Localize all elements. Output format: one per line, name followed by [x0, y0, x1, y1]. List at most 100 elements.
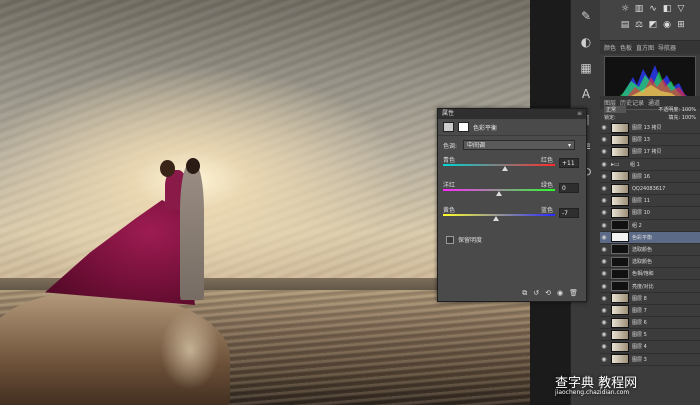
swatch-icon[interactable]: ▦ — [575, 58, 597, 78]
layer-thumbnail — [611, 220, 629, 231]
eye-icon[interactable]: ◉ — [600, 161, 608, 168]
mask-icon[interactable] — [458, 122, 469, 132]
photo-filter-icon[interactable]: ◉ — [662, 20, 672, 30]
eye-icon[interactable]: ◉ — [600, 124, 608, 131]
eye-icon[interactable]: ◉ — [600, 185, 608, 192]
eye-icon[interactable]: ◉ — [600, 307, 608, 314]
curves-icon[interactable]: ∿ — [648, 4, 658, 14]
tone-row: 色调: 中间调 — [443, 140, 581, 151]
layer-row[interactable]: ◉ 组 2 — [600, 220, 700, 232]
eye-icon[interactable]: ◉ — [600, 234, 608, 241]
layer-name: 图层 3 — [632, 356, 647, 363]
eye-icon[interactable]: ◉ — [600, 258, 608, 265]
layer-row[interactable]: ◉ 图层 4 — [600, 341, 700, 354]
eye-icon[interactable]: ◉ — [600, 283, 608, 290]
watermark: 查字典 教程网 jiaocheng.chazidian.com — [555, 372, 695, 402]
slider-value-field[interactable]: 0 — [559, 183, 579, 193]
hue-icon[interactable]: ▤ — [620, 20, 630, 30]
adjustments-icons: ☼ ▥ ∿ ◧ ▽ ▤ ⚖ ◩ ◉ ⊞ — [600, 0, 700, 41]
layer-row[interactable]: ◉ 色彩平衡 — [600, 231, 700, 244]
eye-icon[interactable]: ◉ — [600, 222, 608, 229]
preserve-luminosity-checkbox[interactable] — [446, 235, 454, 244]
slider-knob[interactable] — [492, 216, 499, 221]
groom-head — [186, 158, 200, 174]
lock-label: 锁定: — [604, 115, 616, 121]
layers-list: ◉ 图层 13 拷贝 ◉ 图层 13 ◉ 图层 17 拷贝 ◉ ▸▭ 组 1 ◉ 图层 16 ◉ QQ2… — [600, 122, 700, 366]
slider-value-field[interactable]: +11 — [559, 158, 579, 168]
balance-icon[interactable]: ⚖ — [634, 20, 644, 30]
bw-icon[interactable]: ◩ — [648, 20, 658, 30]
opacity-value[interactable]: 100% — [682, 107, 696, 113]
slider-track[interactable] — [443, 164, 555, 166]
panel-menu-icon[interactable]: ≡ — [577, 109, 582, 119]
eye-icon[interactable]: ◉ — [600, 136, 608, 143]
eye-icon[interactable]: ◉ — [600, 295, 608, 302]
layer-row[interactable]: ◉ 图层 13 — [600, 134, 700, 147]
layer-row[interactable]: ◉ 图层 8 — [600, 293, 700, 305]
layer-name: 图层 5 — [632, 332, 647, 339]
fill-label: 填充: — [668, 115, 681, 121]
eye-icon[interactable]: ◉ — [600, 209, 608, 216]
slider-knob[interactable] — [501, 166, 508, 171]
visibility-icon[interactable]: ◉ — [557, 289, 563, 299]
layer-row[interactable]: ◉ 图层 16 — [600, 171, 700, 183]
layer-row[interactable]: ◉ 图层 5 — [600, 329, 700, 342]
layer-row[interactable]: ◉ 亮度/对比 — [600, 280, 700, 293]
eye-icon[interactable]: ◉ — [600, 356, 608, 363]
slider-value-field[interactable]: -7 — [559, 208, 579, 218]
layer-row[interactable]: ◉ 图层 6 — [600, 317, 700, 330]
adjust-icon[interactable]: ◐ — [575, 32, 597, 52]
layer-row[interactable]: ◉ 色相/饱和 — [600, 268, 700, 281]
slider-row: 青色 红色 +11 — [443, 155, 581, 175]
eye-icon[interactable]: ◉ — [600, 331, 608, 338]
eye-icon[interactable]: ◉ — [600, 270, 608, 277]
layer-thumbnail — [611, 354, 629, 365]
type-icon[interactable]: A — [575, 84, 597, 104]
fill-value[interactable]: 100% — [682, 115, 696, 121]
layer-row[interactable]: ◉ 图层 7 — [600, 305, 700, 317]
levels-icon[interactable]: ▥ — [634, 4, 644, 14]
layer-row[interactable]: ◉ 图层 13 拷贝 — [600, 122, 700, 135]
layer-name: 色彩平衡 — [632, 234, 653, 241]
tab-histogram[interactable]: 直方图 — [636, 43, 654, 52]
groom — [180, 165, 204, 300]
preserve-luminosity-row[interactable]: 保留明度 — [446, 235, 578, 244]
brush-icon[interactable]: ✎ — [575, 6, 597, 26]
blend-mode-select[interactable]: 正常 — [604, 106, 627, 113]
properties-panel[interactable]: 属性 ≡ 色彩平衡 色调: 中间调 青色 红色 +11 洋红 绿色 0 黄色 蓝色 -7 保留明… — [437, 108, 587, 302]
slider-left-label: 青色 — [443, 157, 456, 164]
slider-track[interactable] — [443, 214, 555, 216]
eye-icon[interactable]: ◉ — [600, 197, 608, 204]
layer-thumbnail — [611, 305, 629, 316]
layer-row[interactable]: ◉ QQ24083617 — [600, 183, 700, 196]
eye-icon[interactable]: ◉ — [600, 246, 608, 253]
layer-row[interactable]: ◉ 图层 3 — [600, 354, 700, 366]
layer-row[interactable]: ◉ 图层 11 — [600, 195, 700, 208]
layer-row[interactable]: ◉ 选取颜色 — [600, 256, 700, 269]
eye-icon[interactable]: ◉ — [600, 173, 608, 180]
layer-name: 图层 4 — [632, 344, 647, 351]
layer-row[interactable]: ◉ ▸▭ 组 1 — [600, 159, 700, 171]
vibrance-icon[interactable]: ▽ — [676, 4, 686, 14]
properties-titlebar[interactable]: 属性 ≡ — [438, 109, 586, 119]
eye-icon[interactable]: ◉ — [600, 148, 608, 155]
eye-icon[interactable]: ◉ — [600, 343, 608, 350]
tone-select[interactable]: 中间调 — [463, 140, 576, 151]
exposure-icon[interactable]: ◧ — [662, 4, 672, 14]
eye-icon[interactable]: ◉ — [600, 319, 608, 326]
layer-thumbnail — [611, 317, 629, 328]
right-panel: ☼ ▥ ∿ ◧ ▽ ▤ ⚖ ◩ ◉ ⊞ 颜色 色板 直方图 导航器 图层 历史记… — [600, 0, 700, 405]
mixer-icon[interactable]: ⊞ — [676, 20, 686, 30]
tab-swatches[interactable]: 色板 — [620, 43, 632, 52]
slider-knob[interactable] — [496, 191, 502, 196]
previous-state-icon[interactable]: ↺ — [533, 289, 539, 299]
layer-row[interactable]: ◉ 图层 17 拷贝 — [600, 146, 700, 159]
layer-row[interactable]: ◉ 图层 10 — [600, 207, 700, 220]
brightness-icon[interactable]: ☼ — [620, 4, 630, 14]
trash-icon[interactable]: 🗑 — [569, 289, 578, 299]
tab-color[interactable]: 颜色 — [604, 43, 616, 52]
tab-navigator[interactable]: 导航器 — [658, 43, 676, 52]
layer-row[interactable]: ◉ 选取颜色 — [600, 244, 700, 257]
clip-icon[interactable]: ⧉ — [522, 289, 527, 299]
reset-icon[interactable]: ⟲ — [545, 289, 551, 299]
